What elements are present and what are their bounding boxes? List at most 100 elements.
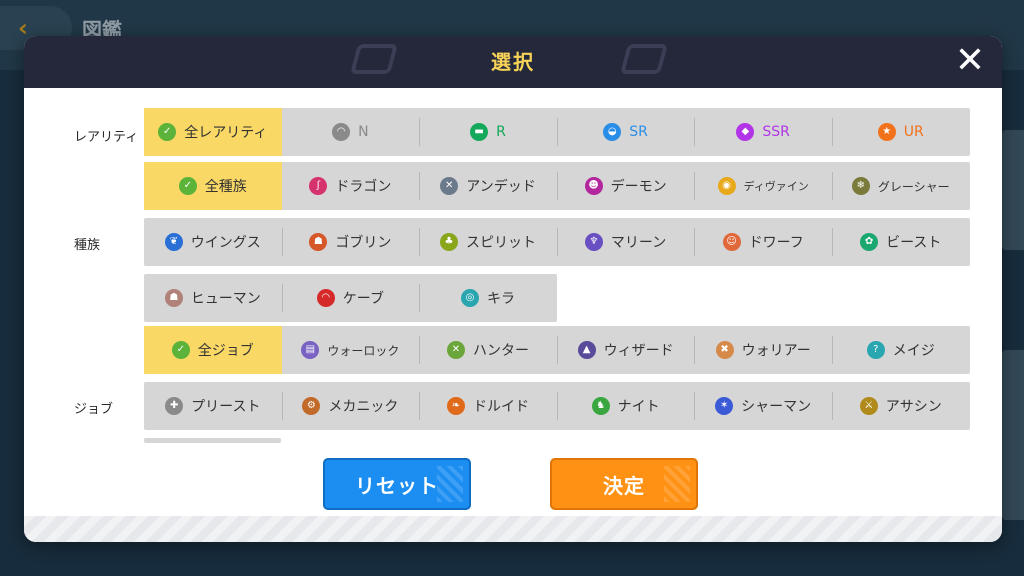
dragon-icon: ʃ bbox=[309, 177, 328, 195]
job-option[interactable]: ▤ ウォーロック bbox=[282, 326, 420, 374]
demon-icon: ☻ bbox=[584, 177, 603, 195]
undead-icon: ✕ bbox=[440, 177, 459, 195]
wings-icon: ❦ bbox=[164, 233, 183, 251]
race-option-label: ドワーフ bbox=[748, 235, 804, 251]
check-icon: ✓ bbox=[158, 123, 177, 141]
rarity-option-label: R bbox=[496, 124, 506, 140]
race-option[interactable]: ☺ ドワーフ bbox=[694, 218, 832, 266]
rarity-label: レアリティ bbox=[74, 130, 139, 145]
race-option-label: ディヴァイン bbox=[743, 180, 809, 193]
race-option[interactable]: ʃ ドラゴン bbox=[282, 162, 420, 210]
mage-icon: ? bbox=[866, 341, 885, 359]
race-option[interactable]: ◠ ケーブ bbox=[281, 274, 420, 322]
kira-icon: ◎ bbox=[460, 289, 479, 307]
rarity-option-label: SR bbox=[629, 124, 648, 140]
confirm-button[interactable]: 決定 bbox=[550, 458, 698, 510]
job-option-label: ナイト bbox=[617, 399, 660, 415]
race-option-label: アンデッド bbox=[466, 179, 536, 195]
rarity-r-icon: ▬ bbox=[470, 123, 489, 141]
modal-title: 選択 bbox=[491, 50, 535, 74]
filter-modal: 選択 ✕ レアリティ ✓ 全レアリティ ◠ N ▬ R ◒ SR ◆ SSR ★ UR 種族 ✓ 全種族… bbox=[24, 36, 1002, 542]
race-option[interactable]: ✿ ビースト bbox=[831, 218, 970, 266]
marine-icon: ♆ bbox=[584, 233, 603, 251]
race-filter-row: ❦ ウイングス ☗ ゴブリン ♣ スピリット ♆ マリーン ☺ ドワーフ ✿ ビースト bbox=[144, 218, 970, 266]
job-option[interactable]: ⚔ アサシン bbox=[831, 382, 970, 430]
glacier-icon: ❄ bbox=[851, 177, 870, 195]
job-option[interactable]: ✓ 全ジョブ bbox=[144, 326, 282, 374]
rarity-option[interactable]: ◠ N bbox=[282, 108, 420, 156]
race-option-label: スピリット bbox=[465, 235, 536, 251]
rarity-sr-icon: ◒ bbox=[603, 123, 622, 141]
rarity-option-label: SSR bbox=[762, 124, 790, 140]
race-option[interactable]: ◉ ディヴァイン bbox=[694, 162, 832, 210]
priest-icon: ✚ bbox=[165, 397, 184, 415]
job-option-label: 全ジョブ bbox=[197, 343, 254, 359]
job-option[interactable]: ✶ シャーマン bbox=[694, 382, 832, 430]
rarity-option[interactable]: ◒ SR bbox=[556, 108, 695, 156]
rarity-option-label: N bbox=[358, 124, 369, 140]
race-option[interactable]: ☗ ゴブリン bbox=[281, 218, 420, 266]
check-icon: ✓ bbox=[178, 177, 197, 195]
reset-button[interactable]: リセット bbox=[323, 458, 471, 510]
rarity-option[interactable]: ✓ 全レアリティ bbox=[144, 108, 282, 156]
rarity-option[interactable]: ◆ SSR bbox=[694, 108, 832, 156]
shaman-icon: ✶ bbox=[715, 397, 734, 415]
job-option-label: アサシン bbox=[885, 399, 942, 415]
job-label: ジョブ bbox=[74, 402, 114, 417]
rarity-ssr-icon: ◆ bbox=[736, 123, 755, 141]
job-option-label: ウォリアー bbox=[741, 343, 811, 359]
job-option-label: ウォーロック bbox=[327, 343, 400, 358]
close-button[interactable]: ✕ bbox=[952, 43, 988, 80]
job-option[interactable]: ❧ ドルイド bbox=[419, 382, 557, 430]
rarity-ur-icon: ★ bbox=[877, 123, 896, 141]
race-option[interactable]: ❦ ウイングス bbox=[144, 218, 282, 266]
job-option-label: ウィザード bbox=[603, 343, 674, 359]
race-option-label: グレーシャー bbox=[877, 179, 950, 194]
divine-icon: ◉ bbox=[717, 177, 736, 195]
race-option[interactable]: ♆ マリーン bbox=[556, 218, 695, 266]
race-option-label: ビースト bbox=[886, 235, 942, 251]
race-option[interactable]: ✓ 全種族 bbox=[144, 162, 282, 210]
wizard-icon: ▲ bbox=[577, 341, 596, 359]
race-option[interactable]: ☻ デーモン bbox=[556, 162, 695, 210]
cave-icon: ◠ bbox=[316, 289, 335, 307]
race-option[interactable]: ♣ スピリット bbox=[419, 218, 557, 266]
race-option-label: ドラゴン bbox=[335, 179, 392, 195]
spirit-icon: ♣ bbox=[439, 233, 458, 251]
rarity-option-label: UR bbox=[903, 124, 924, 140]
race-option-label: ウイングス bbox=[190, 235, 261, 251]
mechanic-icon: ⚙ bbox=[302, 397, 321, 415]
race-option-label: キラ bbox=[486, 291, 515, 307]
job-option-label: ドルイド bbox=[472, 399, 529, 415]
race-option-label: デーモン bbox=[610, 179, 667, 195]
knight-icon: ♞ bbox=[591, 397, 610, 415]
rarity-filter-row: ✓ 全レアリティ ◠ N ▬ R ◒ SR ◆ SSR ★ UR bbox=[144, 108, 970, 156]
job-option[interactable]: ✕ ハンター bbox=[419, 326, 557, 374]
hunter-icon: ✕ bbox=[446, 341, 465, 359]
race-option-label: ヒューマン bbox=[190, 291, 261, 307]
race-option[interactable]: ☗ ヒューマン bbox=[144, 274, 282, 322]
race-option-label: マリーン bbox=[610, 235, 667, 251]
footer-pattern bbox=[24, 516, 1002, 542]
race-option[interactable]: ◎ キラ bbox=[419, 274, 557, 322]
assassin-icon: ⚔ bbox=[859, 397, 878, 415]
rarity-n-icon: ◠ bbox=[332, 123, 351, 141]
job-option[interactable]: ♞ ナイト bbox=[556, 382, 695, 430]
check-icon: ✓ bbox=[171, 341, 190, 359]
rarity-option[interactable]: ★ UR bbox=[831, 108, 970, 156]
job-option[interactable]: ▲ ウィザード bbox=[556, 326, 695, 374]
human-icon: ☗ bbox=[164, 289, 183, 307]
race-label: 種族 bbox=[74, 238, 101, 253]
job-option[interactable]: ✚ プリースト bbox=[144, 382, 282, 430]
beast-icon: ✿ bbox=[860, 233, 879, 251]
job-option[interactable]: ? メイジ bbox=[831, 326, 970, 374]
job-option[interactable]: ✖ ウォリアー bbox=[694, 326, 832, 374]
race-option[interactable]: ❄ グレーシャー bbox=[831, 162, 970, 210]
job-filter-row: ✚ プリースト ⚙ メカニック ❧ ドルイド ♞ ナイト ✶ シャーマン ⚔ アサシン bbox=[144, 382, 970, 430]
rarity-option[interactable]: ▬ R bbox=[419, 108, 557, 156]
scroll-hint-row bbox=[144, 438, 281, 443]
race-option[interactable]: ✕ アンデッド bbox=[419, 162, 557, 210]
job-filter-row: ✓ 全ジョブ ▤ ウォーロック ✕ ハンター ▲ ウィザード ✖ ウォリアー? メイジ bbox=[144, 326, 970, 374]
job-option[interactable]: ⚙ メカニック bbox=[281, 382, 420, 430]
job-option-label: ハンター bbox=[472, 343, 529, 359]
